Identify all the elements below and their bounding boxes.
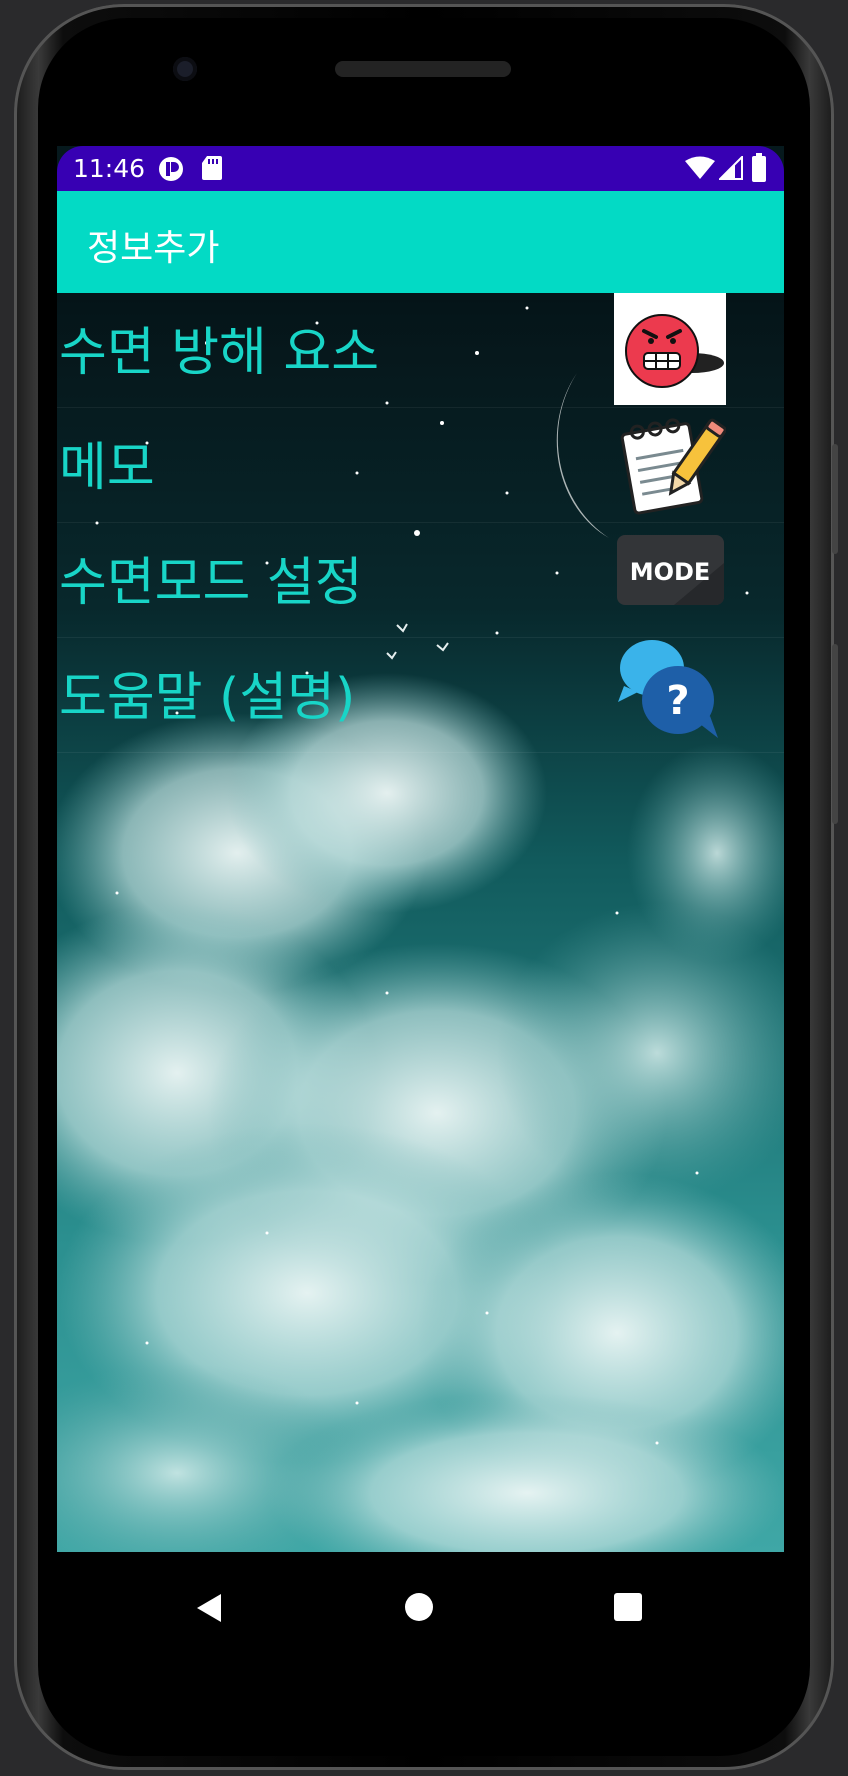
status-bar: 11:46	[57, 146, 784, 191]
content-area: 수면 방해 요소 메모 수면모드 설정 MODE 도움말 (설명) ?	[57, 293, 784, 1552]
menu-item-label: 수면모드 설정	[59, 553, 363, 613]
wifi-icon	[685, 156, 715, 179]
info-menu: 수면 방해 요소 메모 수면모드 설정 MODE 도움말 (설명) ?	[57, 293, 784, 753]
power-button	[832, 444, 838, 554]
home-icon[interactable]	[404, 1592, 434, 1622]
cellular-signal-icon	[719, 156, 743, 180]
menu-item-memo[interactable]: 메모	[57, 408, 784, 523]
front-camera	[173, 57, 197, 81]
earpiece-speaker	[335, 61, 511, 77]
back-icon[interactable]	[195, 1592, 223, 1624]
volume-button	[832, 644, 838, 824]
notepad-pencil-icon	[620, 418, 726, 515]
menu-item-label: 도움말 (설명)	[59, 668, 356, 728]
menu-item-label: 메모	[59, 438, 155, 498]
app-notification-icon	[159, 157, 183, 181]
recents-icon[interactable]	[613, 1592, 643, 1622]
app-bar: 정보추가	[57, 191, 784, 293]
status-time: 11:46	[73, 154, 146, 183]
page-title: 정보추가	[87, 228, 220, 269]
mode-icon-text: MODE	[630, 558, 711, 586]
mode-icon: MODE	[617, 535, 724, 605]
screen: 11:46 정보추가 수면 방해 요소 메모 수면모드 설정 MODE 도움말 …	[57, 146, 784, 1552]
menu-item-sleep-disruptors[interactable]: 수면 방해 요소	[57, 293, 784, 408]
menu-item-help[interactable]: 도움말 (설명) ?	[57, 638, 784, 753]
help-chat-icon: ?	[618, 640, 718, 738]
help-question-mark: ?	[666, 678, 689, 724]
sd-card-icon	[202, 156, 222, 180]
menu-item-sleep-mode[interactable]: 수면모드 설정 MODE	[57, 523, 784, 638]
battery-icon	[752, 153, 766, 182]
angry-face-icon	[614, 293, 726, 405]
navigation-bar	[57, 1552, 784, 1682]
menu-item-label: 수면 방해 요소	[59, 323, 380, 383]
